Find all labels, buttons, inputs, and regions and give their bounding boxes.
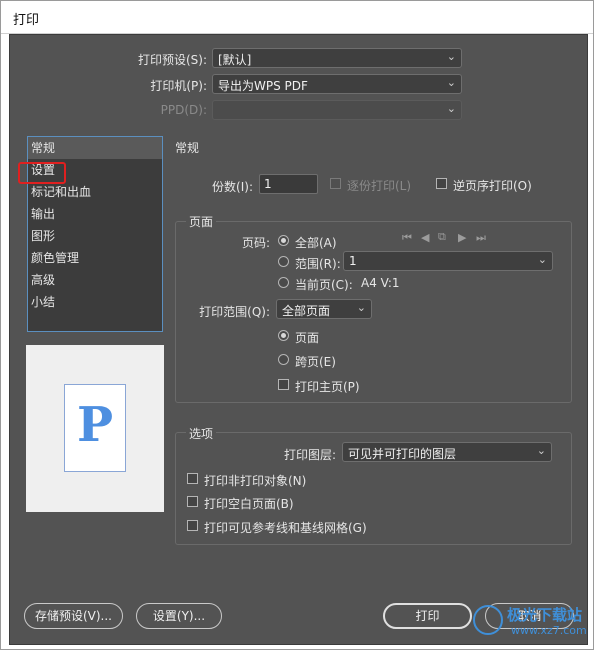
print-dialog: 打印预设(S): [默认] ⌄ 打印机(P): 导出为WPS PDF ⌄ PPD… [9,34,588,645]
watermark-logo: 极光下载站 www.xz7.com [473,603,587,641]
print-range-label: 打印范围(Q): [199,305,270,319]
print-blank-pages-checkbox[interactable] [187,496,198,507]
next-page-icon: ▶ [458,231,467,244]
first-page-icon: ⏮ [402,231,412,244]
category-summary[interactable]: 小结 [28,291,162,313]
range-value: 1 [349,254,357,268]
ppd-label: PPD(D): [160,103,207,117]
print-layers-label: 打印图层: [283,448,336,462]
print-layers-select[interactable]: 可见并可打印的图层 ⌄ [342,442,552,462]
reverse-order-label: 逆页序打印(O) [453,179,532,193]
copies-input[interactable]: 1 [259,174,318,194]
print-range-value: 全部页面 [282,304,331,318]
copies-label: 份数(I): [212,180,253,194]
range-radio[interactable] [278,256,289,267]
category-graphics[interactable]: 图形 [28,225,162,247]
preview-page: P [64,384,126,472]
chevron-down-icon: ⌄ [446,50,456,63]
print-blank-pages-label: 打印空白页面(B) [204,497,294,511]
chevron-down-icon: ⌄ [536,444,546,457]
watermark-url: www.xz7.com [511,624,587,637]
print-master-checkbox[interactable] [278,379,289,390]
print-window: 打印 打印预设(S): [默认] ⌄ 打印机(P): 导出为WPS PDF ⌄ … [0,0,594,650]
print-guides-label: 打印可见参考线和基线网格(G) [204,521,367,535]
print-master-label: 打印主页(P) [295,380,360,394]
watermark-circle-icon [473,605,503,635]
last-page-icon: ⏭ [476,231,486,244]
previous-page-icon: ◀ [421,231,430,244]
category-output[interactable]: 输出 [28,203,162,225]
chevron-down-icon: ⌄ [356,301,366,314]
collate-checkbox [330,178,341,189]
preset-select[interactable]: [默认] ⌄ [212,48,462,68]
reverse-order-checkbox[interactable] [436,178,447,189]
pages-group-title: 页面 [186,213,217,230]
pages-radio[interactable] [278,330,289,341]
copies-value: 1 [264,177,272,191]
spread-pages-icon: ⧉ [438,230,446,243]
print-range-select[interactable]: 全部页面 ⌄ [276,299,372,319]
ppd-select: ⌄ [212,100,462,120]
current-page-label: 当前页(C): [295,278,353,292]
preset-label: 打印预设(S): [137,53,207,67]
watermark-text: 极光下载站 [507,606,583,624]
annotation-highlight-box [18,162,66,184]
range-label: 范围(R): [295,257,341,271]
all-pages-label: 全部(A) [295,236,337,250]
category-marks-bleed[interactable]: 标记和出血 [28,181,162,203]
print-layers-value: 可见并可打印的图层 [348,447,457,461]
category-color-management[interactable]: 颜色管理 [28,247,162,269]
range-combo[interactable]: 1 ⌄ [343,251,553,271]
preset-value: [默认] [218,53,252,67]
preview-glyph: P [76,397,114,453]
current-page-radio[interactable] [278,277,289,288]
printer-value: 导出为WPS PDF [218,79,308,93]
pages-option-label: 页面 [295,331,320,345]
spreads-label: 跨页(E) [295,355,336,369]
section-heading: 常规 [175,141,200,155]
category-general[interactable]: 常规 [28,137,162,159]
window-title: 打印 [13,13,40,28]
chevron-down-icon: ⌄ [446,102,456,115]
print-nonprinting-label: 打印非打印对象(N) [204,474,307,488]
options-group-title: 选项 [186,425,217,442]
save-preset-button[interactable]: 存储预设(V)... [24,603,123,629]
printer-label: 打印机(P): [150,79,207,93]
current-page-value: A4 V:1 [361,276,400,290]
page-numbers-label: 页码: [241,236,270,250]
page-preview: P [26,345,164,512]
collate-label: 逐份打印(L) [347,179,412,193]
print-button[interactable]: 打印 [383,603,472,629]
chevron-down-icon: ⌄ [537,253,547,266]
chevron-down-icon: ⌄ [446,76,456,89]
print-guides-checkbox[interactable] [187,520,198,531]
print-nonprinting-checkbox[interactable] [187,473,198,484]
category-advanced[interactable]: 高级 [28,269,162,291]
setup-button[interactable]: 设置(Y)... [136,603,222,629]
spreads-radio[interactable] [278,354,289,365]
title-bar: 打印 [1,1,593,34]
printer-select[interactable]: 导出为WPS PDF ⌄ [212,74,462,94]
all-pages-radio[interactable] [278,235,289,246]
